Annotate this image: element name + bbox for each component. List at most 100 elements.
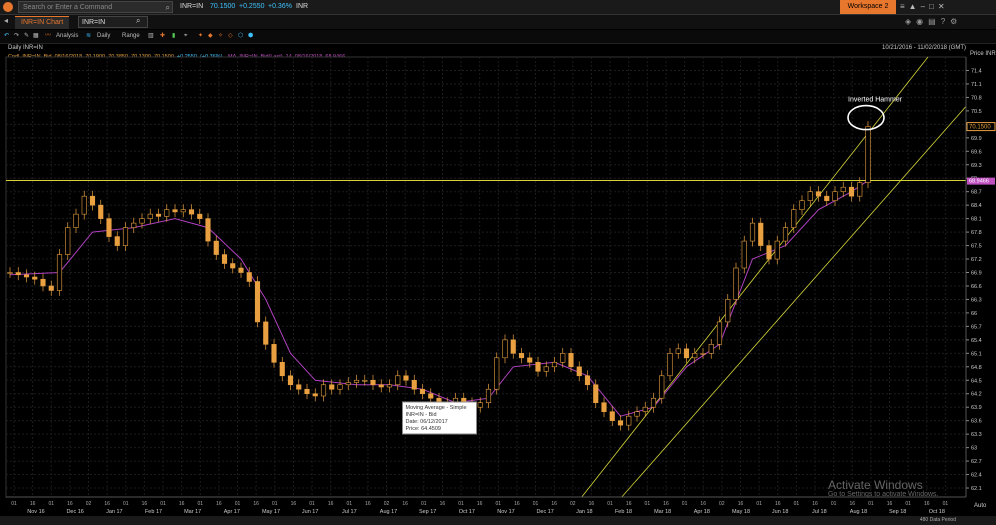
analysis-icon[interactable]: 〰 [45,30,51,43]
y-tick-label: 69.3 [971,163,982,169]
menu-icon[interactable]: ≡ [900,2,909,11]
candle-body [700,353,706,355]
app-logo-icon[interactable] [3,2,13,12]
y-tick-label: 62.1 [971,486,982,492]
candle-body [81,195,87,215]
candle-body [535,362,541,372]
x-month-label: Oct 17 [459,509,475,515]
range-button[interactable]: Range [122,30,140,43]
pin-icon[interactable]: ◈ [905,17,916,26]
drawing-tool-6-icon[interactable]: ⬢ [248,30,253,43]
tab-chart[interactable]: INR=IN Chart [15,16,70,29]
last-price-label: 70.1500 [969,125,991,131]
drawing-tool-2-icon[interactable]: ◆ [208,30,213,43]
y-axis: Price INR 62.1 62.4 62.7 63 63.3 63.6 63.9 64.2 6… [965,45,996,515]
x-month-label: Dec 16 [66,509,83,515]
zoom-icon[interactable]: ⌖ [184,30,187,43]
y-tick-label: 70.5 [971,109,982,115]
candle-body [213,240,219,255]
interval-button[interactable]: Daily [97,30,110,43]
candle [865,121,871,189]
minimize-icon[interactable]: – [921,2,929,11]
redo-icon[interactable]: ↷ [14,30,19,43]
x-day-label: 16 [179,501,185,507]
candle-body [634,411,640,417]
status-bar: 480 Data Period [0,516,996,525]
x-month-label: Feb 17 [145,509,162,515]
x-day-label: 16 [700,501,706,507]
candle-body [857,182,863,197]
candle-body [485,388,492,404]
workspace-button[interactable]: Workspace 2 [840,0,896,14]
candle-body [238,267,244,273]
bell-icon[interactable]: ▲ [909,2,921,11]
tooltip-date: Date: 06/12/2017 [406,419,448,425]
candle-body [395,375,401,386]
candle-body [98,204,104,219]
candle [254,276,261,328]
bars-icon[interactable]: ▮ [172,30,175,43]
undo-icon[interactable]: ↶ [4,30,9,43]
settings-icon[interactable]: ⚙ [950,17,962,26]
y-tick-label: 67.8 [971,230,982,236]
drawing-tool-5-icon[interactable]: ⬡ [238,30,243,43]
y-tick-label: 62.4 [971,473,982,479]
x-day-label: 01 [458,501,464,507]
x-day-label: 16 [589,501,595,507]
link-icon[interactable]: ◉ [916,17,928,26]
candle-body [568,353,574,368]
x-month-label: Aug 17 [380,509,397,515]
candle-body [131,222,137,228]
maximize-icon[interactable]: □ [929,2,938,11]
candle-body [419,388,426,395]
x-day-label: 01 [197,501,203,507]
x-day-label: 16 [551,501,557,507]
x-day-label: 16 [812,501,818,507]
drawing-tool-1-icon[interactable]: ✦ [198,30,203,43]
x-day-label: 02 [384,501,390,507]
x-day-label: 01 [682,501,688,507]
analysis-button[interactable]: Analysis [56,30,78,43]
tab-home-icon[interactable]: ◂ [4,16,8,25]
candle-body [73,213,79,228]
layout-icon[interactable]: ▦ [33,30,39,43]
candle-body [815,191,822,197]
y-tick-label: 67.2 [971,257,982,263]
price-chart[interactable]: Price INR 62.1 62.4 62.7 63 63.3 63.6 63.9 64.2 6… [0,45,996,515]
x-day-label: 16 [253,501,259,507]
tooltip-ric: INR=IN - Bid [406,412,437,418]
x-day-label: 16 [30,501,36,507]
candle [494,352,500,395]
candle-body [494,357,500,390]
draw-icon[interactable]: ✎ [24,30,29,43]
x-day-label: 01 [607,501,613,507]
x-month-label: Dec 17 [536,509,553,515]
x-month-label: Jan 18 [576,509,593,515]
print-icon[interactable]: ▤ [928,17,941,26]
candle-body [576,366,582,377]
inverted-hammer-label: Inverted Hammer [848,97,903,104]
chart-type-icon[interactable]: ▥ [148,30,154,43]
candle-body [312,393,318,397]
search-icon[interactable]: ⌕ [166,2,170,14]
interval-icon[interactable]: ≋ [86,30,91,43]
candle-body [584,375,591,386]
crosshair-icon[interactable]: ✚ [160,30,165,43]
y-axis-bg [966,45,996,515]
ric-search-icon[interactable]: ⌕ [136,16,140,26]
help-icon[interactable]: ? [941,17,950,26]
candle-body [89,195,96,206]
command-search-input[interactable]: Search or Enter a Command ⌕ [18,1,173,13]
y-tick-label: 64.8 [971,365,982,371]
x-month-label: Mar 18 [654,509,671,515]
y-tick-label: 69.6 [971,149,982,155]
close-icon[interactable]: ✕ [938,2,949,11]
x-day-label: 01 [533,501,539,507]
candle [741,235,747,274]
x-month-label: Oct 18 [929,509,945,515]
y-tick-label: 65.4 [971,338,982,344]
x-day-label: 16 [291,501,297,507]
drawing-tool-4-icon[interactable]: ◇ [228,30,233,43]
y-tick-label: 62.7 [971,459,982,465]
drawing-tool-3-icon[interactable]: ✧ [218,30,223,43]
